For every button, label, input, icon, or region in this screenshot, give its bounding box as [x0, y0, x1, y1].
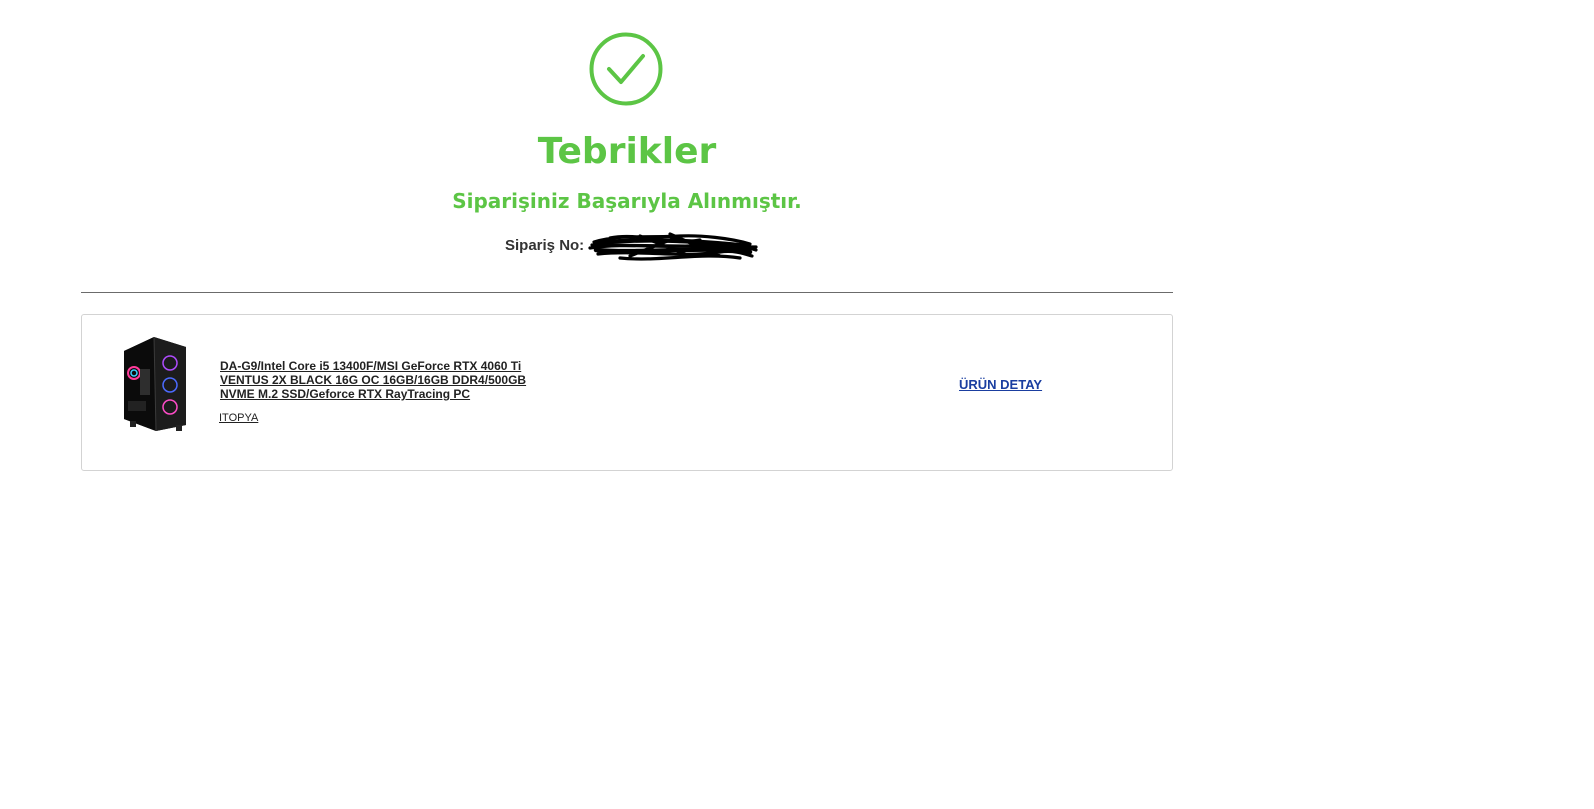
order-number-label: Sipariş No:	[505, 237, 585, 254]
product-name-link[interactable]: DA-G9/Intel Core i5 13400F/MSI GeForce R…	[220, 359, 540, 401]
divider	[81, 292, 1173, 293]
check-circle-icon	[589, 32, 663, 106]
order-confirmation-page: Tebrikler Siparişiniz Başarıyla Alınmışt…	[0, 0, 1594, 809]
seller-link[interactable]: ITOPYA	[219, 411, 258, 425]
success-message: Siparişiniz Başarıyla Alınmıştır.	[452, 189, 802, 213]
product-detail-link[interactable]: ÜRÜN DETAY	[959, 377, 1042, 393]
redaction-scribble	[588, 232, 758, 261]
order-number: Sipariş No:	[505, 236, 588, 256]
product-image[interactable]	[114, 333, 192, 433]
page-title: Tebrikler	[537, 131, 717, 172]
order-item-card: DA-G9/Intel Core i5 13400F/MSI GeForce R…	[81, 314, 1173, 471]
